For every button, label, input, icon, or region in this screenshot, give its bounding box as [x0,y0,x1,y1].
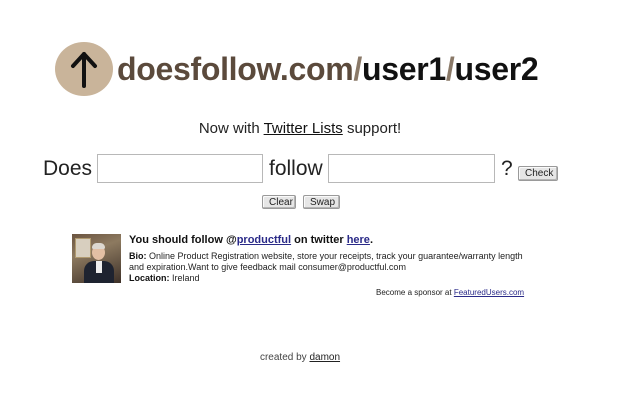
become-text: Become a sponsor at [376,288,454,297]
user1-input[interactable] [97,154,263,183]
site-user1: user1 [362,51,446,87]
sponsor-here-link[interactable]: here [347,234,370,246]
site-slash-1: / [353,51,363,87]
author-link[interactable]: damon [309,352,340,363]
swap-button[interactable]: Swap [303,195,340,209]
site-domain: doesfollow.com [117,51,354,87]
logo-circle[interactable] [55,42,113,96]
does-label: Does [43,157,93,180]
sponsor-avatar[interactable] [72,234,121,283]
site-user2: user2 [454,51,539,87]
tagline: Now with Twitter Lists support! [0,120,600,137]
arrow-up-icon [71,52,97,88]
follow-label: follow [269,157,323,180]
twitter-lists-link[interactable]: Twitter Lists [264,120,343,137]
bio-label: Bio: [129,251,147,261]
sponsor-bio: Bio: Online Product Registration website… [129,251,539,284]
sponsor-handle-link[interactable]: productful [237,234,291,246]
tagline-suffix: support! [342,120,402,137]
sponsor-headline: You should follow @productful on twitter… [129,234,373,246]
check-button[interactable]: Check [518,166,558,181]
tagline-prefix: Now with [198,120,264,137]
location-label: Location: [129,273,170,283]
featured-users-link[interactable]: FeaturedUsers.com [454,288,524,297]
headline-suffix: . [369,234,373,246]
user2-input[interactable] [328,154,495,183]
created-by-text: created by [259,352,310,363]
clear-button[interactable]: Clear [262,195,296,209]
footer: created by damon [0,352,600,363]
bio-text: Online Product Registration website, sto… [129,251,523,272]
location-text: Ireland [169,273,200,283]
site-title[interactable]: doesfollow.com/user1/user2 [117,50,539,88]
question-mark: ? [501,157,513,180]
site-slash-2: / [445,51,455,87]
become-sponsor: Become a sponsor at FeaturedUsers.com [376,288,524,297]
headline-prefix: You should follow @ [129,234,237,246]
headline-middle: on twitter [291,234,347,246]
